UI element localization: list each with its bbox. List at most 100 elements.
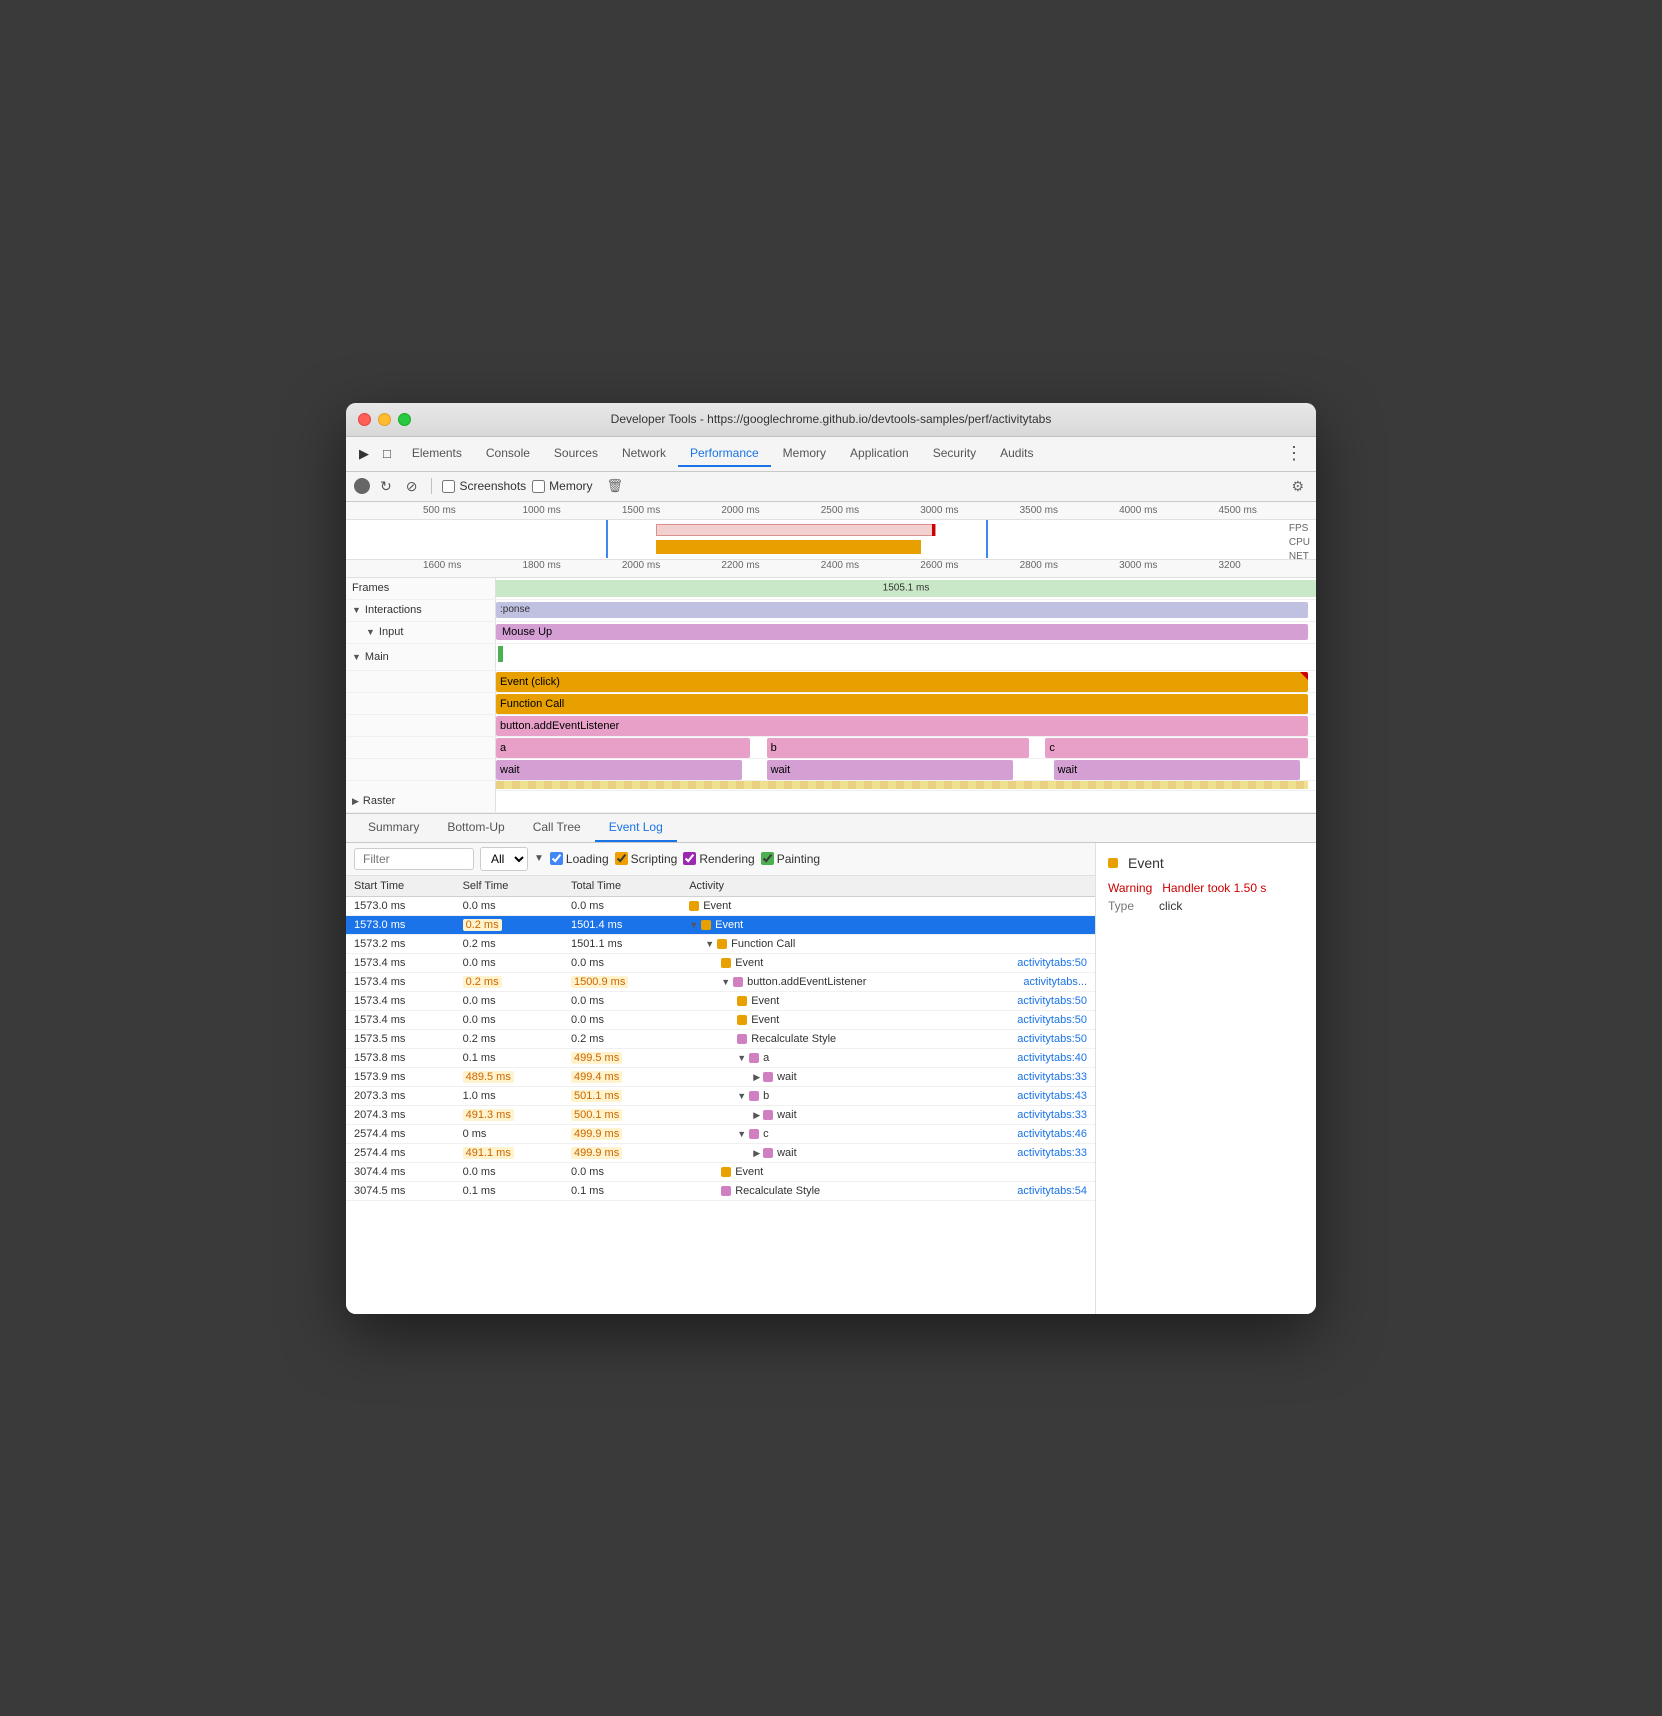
painting-checkbox-label[interactable]: Painting <box>761 852 820 866</box>
tab-security[interactable]: Security <box>921 441 988 467</box>
table-row[interactable]: 1573.4 ms 0.2 ms 1500.9 ms ▼button.addEv… <box>346 972 1095 991</box>
more-tabs-icon[interactable]: ⋮ <box>1280 443 1308 464</box>
memory-checkbox[interactable] <box>532 480 545 493</box>
event-click-block[interactable]: Event (click) <box>496 672 1308 692</box>
table-row[interactable]: 2574.4 ms 491.1 ms 499.9 ms ▶waitactivit… <box>346 1143 1095 1162</box>
scripting-checkbox[interactable] <box>615 852 628 865</box>
wait1-block[interactable]: wait <box>496 760 742 780</box>
tree-expand[interactable]: ▼ <box>737 1129 746 1139</box>
tree-expand[interactable]: ▼ <box>737 1091 746 1101</box>
tree-expand[interactable]: ▶ <box>753 1110 760 1121</box>
tree-expand[interactable]: ▶ <box>753 1072 760 1083</box>
table-row[interactable]: 1573.9 ms 489.5 ms 499.4 ms ▶waitactivit… <box>346 1067 1095 1086</box>
col-activity[interactable]: Activity <box>681 876 1095 897</box>
screenshots-checkbox-label[interactable]: Screenshots <box>442 479 526 493</box>
scripting-checkbox-label[interactable]: Scripting <box>615 852 678 866</box>
memory-checkbox-label[interactable]: Memory <box>532 479 592 493</box>
tab-memory[interactable]: Memory <box>771 441 838 467</box>
source-link[interactable]: activitytabs:40 <box>1017 1052 1087 1064</box>
table-row[interactable]: 2073.3 ms 1.0 ms 501.1 ms ▼bactivitytabs… <box>346 1086 1095 1105</box>
rendering-checkbox[interactable] <box>683 852 696 865</box>
tab-performance[interactable]: Performance <box>678 441 771 467</box>
rendering-checkbox-label[interactable]: Rendering <box>683 852 754 866</box>
loading-checkbox-label[interactable]: Loading <box>550 852 609 866</box>
col-start-time[interactable]: Start Time <box>346 876 455 897</box>
close-button[interactable] <box>358 413 371 426</box>
table-row[interactable]: 3074.4 ms 0.0 ms 0.0 ms Event <box>346 1162 1095 1181</box>
table-row[interactable]: 1573.4 ms 0.0 ms 0.0 ms Eventactivitytab… <box>346 991 1095 1010</box>
table-row[interactable]: 1573.4 ms 0.0 ms 0.0 ms Eventactivitytab… <box>346 1010 1095 1029</box>
interactions-triangle[interactable]: ▼ <box>352 605 361 615</box>
source-link[interactable]: activitytabs:54 <box>1017 1185 1087 1197</box>
source-link[interactable]: activitytabs:50 <box>1017 995 1087 1007</box>
table-row[interactable]: 1573.0 ms 0.0 ms 0.0 ms Event <box>346 896 1095 915</box>
raster-triangle[interactable]: ▶ <box>352 796 359 807</box>
settings-icon[interactable]: ⚙ <box>1287 476 1308 497</box>
event-table[interactable]: Start Time Self Time Total Time Activity… <box>346 876 1095 1314</box>
tab-audits[interactable]: Audits <box>988 441 1045 467</box>
tree-expand[interactable]: ▼ <box>705 939 714 949</box>
tree-expand[interactable]: ▼ <box>737 1053 746 1063</box>
event-click-content[interactable]: Event (click) <box>496 671 1316 692</box>
table-row-selected[interactable]: 1573.0 ms 0.2 ms 1501.4 ms ▼Event <box>346 915 1095 934</box>
range-end[interactable] <box>986 520 988 558</box>
interactions-bar[interactable]: :ponse <box>496 602 1308 618</box>
filter-select[interactable]: All <box>480 847 528 871</box>
function-call-block[interactable]: Function Call <box>496 694 1308 714</box>
dock-icon[interactable]: □ <box>378 443 396 464</box>
table-row[interactable]: 2074.3 ms 491.3 ms 500.1 ms ▶waitactivit… <box>346 1105 1095 1124</box>
tree-expand[interactable]: ▼ <box>689 920 698 930</box>
source-link[interactable]: activitytabs:50 <box>1017 1033 1087 1045</box>
clear-button[interactable]: ⊘ <box>402 476 422 497</box>
function-call-content[interactable]: Function Call <box>496 693 1316 714</box>
table-row[interactable]: 2574.4 ms 0 ms 499.9 ms ▼cactivitytabs:4… <box>346 1124 1095 1143</box>
source-link[interactable]: activitytabs:46 <box>1017 1128 1087 1140</box>
tab-network[interactable]: Network <box>610 441 678 467</box>
source-link[interactable]: activitytabs:43 <box>1017 1090 1087 1102</box>
cursor-icon[interactable]: ▶ <box>354 443 374 465</box>
tab-application[interactable]: Application <box>838 441 921 467</box>
record-button[interactable] <box>354 478 370 494</box>
tab-summary[interactable]: Summary <box>354 814 433 842</box>
input-triangle[interactable]: ▼ <box>366 627 375 637</box>
minimize-button[interactable] <box>378 413 391 426</box>
source-link[interactable]: activitytabs:50 <box>1017 957 1087 969</box>
wait-content[interactable]: wait wait wait <box>496 759 1316 780</box>
tree-expand[interactable]: ▶ <box>753 1148 760 1159</box>
maximize-button[interactable] <box>398 413 411 426</box>
painting-checkbox[interactable] <box>761 852 774 865</box>
table-row[interactable]: 1573.4 ms 0.0 ms 0.0 ms Eventactivitytab… <box>346 953 1095 972</box>
wait2-block[interactable]: wait <box>767 760 1013 780</box>
tab-sources[interactable]: Sources <box>542 441 610 467</box>
interactions-content[interactable]: :ponse <box>496 600 1316 621</box>
main-triangle[interactable]: ▼ <box>352 652 361 662</box>
addeventlistener-content[interactable]: button.addEventListener <box>496 715 1316 736</box>
range-start[interactable] <box>606 520 608 558</box>
overview-bars[interactable] <box>346 520 1316 560</box>
filter-input[interactable] <box>354 848 474 870</box>
source-link[interactable]: activitytabs... <box>1023 976 1087 988</box>
table-row[interactable]: 3074.5 ms 0.1 ms 0.1 ms Recalculate Styl… <box>346 1181 1095 1200</box>
abc-content[interactable]: a b c <box>496 737 1316 758</box>
tree-expand[interactable]: ▼ <box>721 977 730 987</box>
wait3-block[interactable]: wait <box>1054 760 1300 780</box>
col-total-time[interactable]: Total Time <box>563 876 681 897</box>
source-link[interactable]: activitytabs:50 <box>1017 1014 1087 1026</box>
timeline-overview[interactable]: 500 ms 1000 ms 1500 ms 2000 ms 2500 ms 3… <box>346 502 1316 560</box>
reload-button[interactable]: ↻ <box>376 476 396 497</box>
loading-checkbox[interactable] <box>550 852 563 865</box>
tab-elements[interactable]: Elements <box>400 441 474 467</box>
tab-console[interactable]: Console <box>474 441 542 467</box>
main-timeline[interactable]: 1600 ms 1800 ms 2000 ms 2200 ms 2400 ms … <box>346 560 1316 813</box>
source-link[interactable]: activitytabs:33 <box>1017 1109 1087 1121</box>
table-row[interactable]: 1573.8 ms 0.1 ms 499.5 ms ▼aactivitytabs… <box>346 1048 1095 1067</box>
source-link[interactable]: activitytabs:33 <box>1017 1147 1087 1159</box>
c-block[interactable]: c <box>1045 738 1307 758</box>
trash-icon[interactable]: 🗑 <box>603 476 628 496</box>
table-row[interactable]: 1573.2 ms 0.2 ms 1501.1 ms ▼Function Cal… <box>346 934 1095 953</box>
tab-bottom-up[interactable]: Bottom-Up <box>433 814 518 842</box>
addeventlistener-block[interactable]: button.addEventListener <box>496 716 1308 736</box>
tab-event-log[interactable]: Event Log <box>595 814 677 842</box>
source-link[interactable]: activitytabs:33 <box>1017 1071 1087 1083</box>
mouse-up-bar[interactable]: Mouse Up <box>496 624 1308 640</box>
